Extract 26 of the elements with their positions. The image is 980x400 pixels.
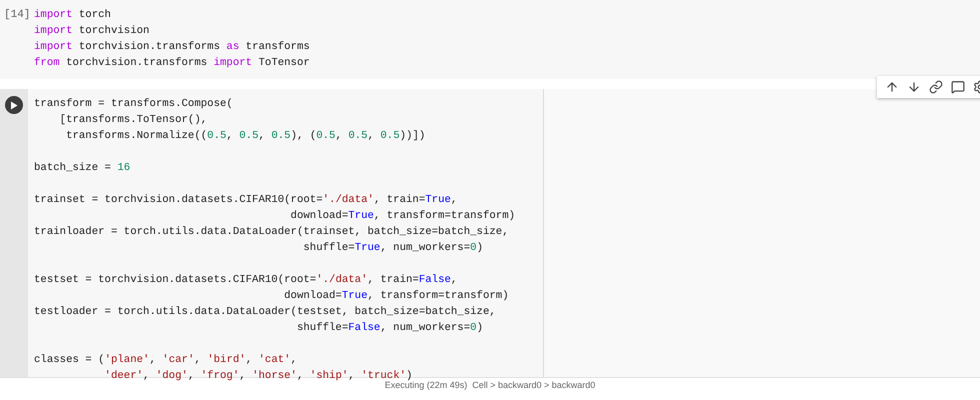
code-line: 'deer', 'dog', 'frog', 'horse', 'ship', 'truck') — [104, 369, 412, 382]
code-line: testloader = torch.utils.data.DataLoader(testset, batch_size=batch_size, — [34, 305, 497, 320]
code-line: download=True, transform=transform) — [290, 209, 516, 224]
code-line: shuffle=True, num_workers=0) — [302, 241, 484, 256]
code-line: testset = torchvision.datasets.CIFAR10(root='./data', train=False, — [34, 273, 458, 288]
code-line: import torchvision — [34, 24, 150, 39]
link-icon — [929, 80, 943, 94]
code-line: transforms.Normalize((0.5, 0.5, 0.5), (0.5, 0.5, 0.5))]) — [65, 129, 426, 144]
code-line: batch_size = 16 — [34, 161, 132, 176]
code-line: import torch — [34, 8, 112, 23]
code-line: transform = transforms.Compose( — [34, 97, 234, 112]
code-line: import torchvision.transforms as transforms — [34, 40, 310, 55]
comment-button[interactable] — [949, 78, 967, 96]
execution-count: [14] — [3, 8, 32, 23]
run-button[interactable] — [5, 96, 23, 114]
code-line: trainloader = torch.utils.data.DataLoader(trainset, batch_size=batch_size, — [34, 225, 510, 240]
link-button[interactable] — [927, 78, 945, 96]
code-line: classes = ('plane', 'car', 'bird', 'cat', — [34, 353, 298, 368]
code-line: [transforms.ToTensor(), — [58, 113, 208, 128]
comment-icon — [951, 80, 965, 94]
code-line: download=True, transform=transform) — [283, 289, 510, 304]
code-line: trainset = torchvision.datasets.CIFAR10(root='./data', train=True, — [34, 193, 458, 208]
play-icon — [10, 100, 18, 110]
code-line: shuffle=False, num_workers=0) — [296, 321, 484, 336]
status-text: Executing (22m 49s) Cell > backward0 > backward0 — [384, 380, 596, 390]
code-line: from torchvision.transforms import ToTensor — [34, 56, 310, 71]
